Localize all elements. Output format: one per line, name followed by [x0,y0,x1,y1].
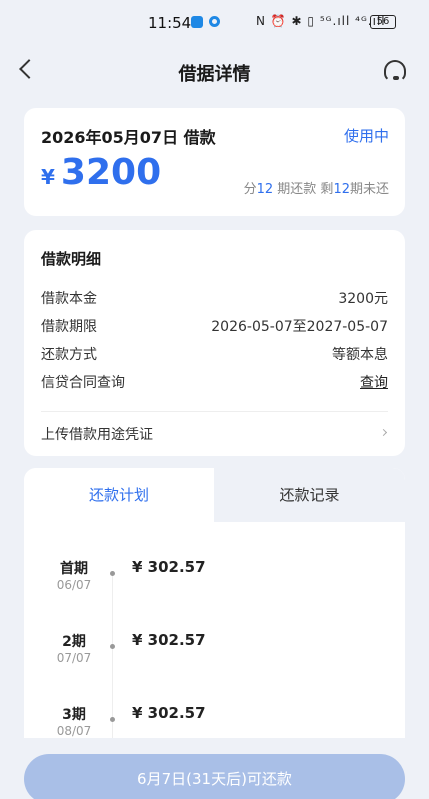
detail-title: 借款明细 [41,250,102,268]
app-notification-icon-2 [209,16,220,27]
detail-label: 借款本金 [41,291,97,307]
repay-button[interactable]: 6月7日(31天后)可还款 [24,754,405,799]
total-periods: 12 [256,182,274,197]
remaining-periods: 12 [333,182,350,197]
tab-repayment-records[interactable]: 还款记录 [214,468,405,522]
plan-item: 首期 06/07 ¥ 302.57 [24,554,405,604]
detail-label: 信贷合同查询 [41,375,125,391]
terms-suffix: 期未还 [349,182,389,197]
upload-proof-label: 上传借款用途凭证 [41,427,153,443]
customer-service-icon[interactable] [384,60,406,82]
detail-row-method: 还款方式 等额本息 [41,344,388,364]
page-title: 借据详情 [178,64,251,85]
timeline-dot [110,644,115,649]
battery-icon: 56 [370,15,396,29]
status-bar: 11:54 N ⏰ ✱ ▯ ⁵ᴳ.ıll ⁴ᴳ.ıll 56 [0,0,429,44]
period-date: 06/07 [56,578,92,592]
repayment-terms: 分12 期还款 剩12期未还 [244,178,389,197]
detail-value: 2026-05-07至2027-05-07 [211,319,388,335]
status-icons: N ⏰ ✱ ▯ ⁵ᴳ.ıll ⁴ᴳ.ıll [256,14,386,28]
detail-label: 借款期限 [41,319,97,335]
timeline-dot [110,571,115,576]
repayment-plan-list: 首期 06/07 ¥ 302.57 2期 07/07 ¥ 302.57 3期 0… [24,522,405,768]
divider [41,411,388,412]
repayment-tabs-card: 还款计划 还款记录 首期 06/07 ¥ 302.57 2期 07/07 ¥ 3… [24,468,405,768]
detail-row-principal: 借款本金 3200元 [41,288,388,308]
status-badge: 使用中 [343,127,389,145]
loan-summary-card: 2026年05月07日 借款 使用中 ¥3200 分12 期还款 剩12期未还 [24,108,405,216]
period-amount: ¥ 302.57 [132,558,206,576]
loan-date: 2026年05月07日 借款 [41,128,216,147]
period-label: 首期 [60,561,88,577]
period-amount: ¥ 302.57 [132,631,206,649]
currency-symbol: ¥ [41,165,55,189]
loan-amount: ¥3200 [41,152,161,193]
timeline-dot [110,717,115,722]
detail-value: 3200元 [338,291,388,307]
detail-row-contract: 信贷合同查询 查询 [41,372,388,392]
amount-value: 3200 [60,152,162,193]
contract-query-link[interactable]: 查询 [360,372,388,392]
app-notification-icon [191,16,203,28]
loan-detail-card: 借款明细 借款本金 3200元 借款期限 2026-05-07至2027-05-… [24,230,405,456]
status-time: 11:54 [148,14,192,32]
chevron-right-icon [379,428,388,437]
terms-mid: 期还款 剩 [273,182,334,197]
tab-repayment-plan[interactable]: 还款计划 [24,468,214,522]
terms-prefix: 分 [243,182,257,197]
period-label: 3期 [62,707,86,723]
period-date: 08/07 [56,724,92,738]
period-date: 07/07 [56,651,92,665]
detail-value: 等额本息 [332,347,388,363]
nav-bar: 借据详情 [0,44,429,100]
upload-proof-row[interactable]: 上传借款用途凭证 [41,424,388,444]
detail-row-term: 借款期限 2026-05-07至2027-05-07 [41,316,388,336]
plan-item: 2期 07/07 ¥ 302.57 [24,627,405,677]
detail-label: 还款方式 [41,347,97,363]
period-amount: ¥ 302.57 [132,704,206,722]
period-label: 2期 [62,634,86,650]
